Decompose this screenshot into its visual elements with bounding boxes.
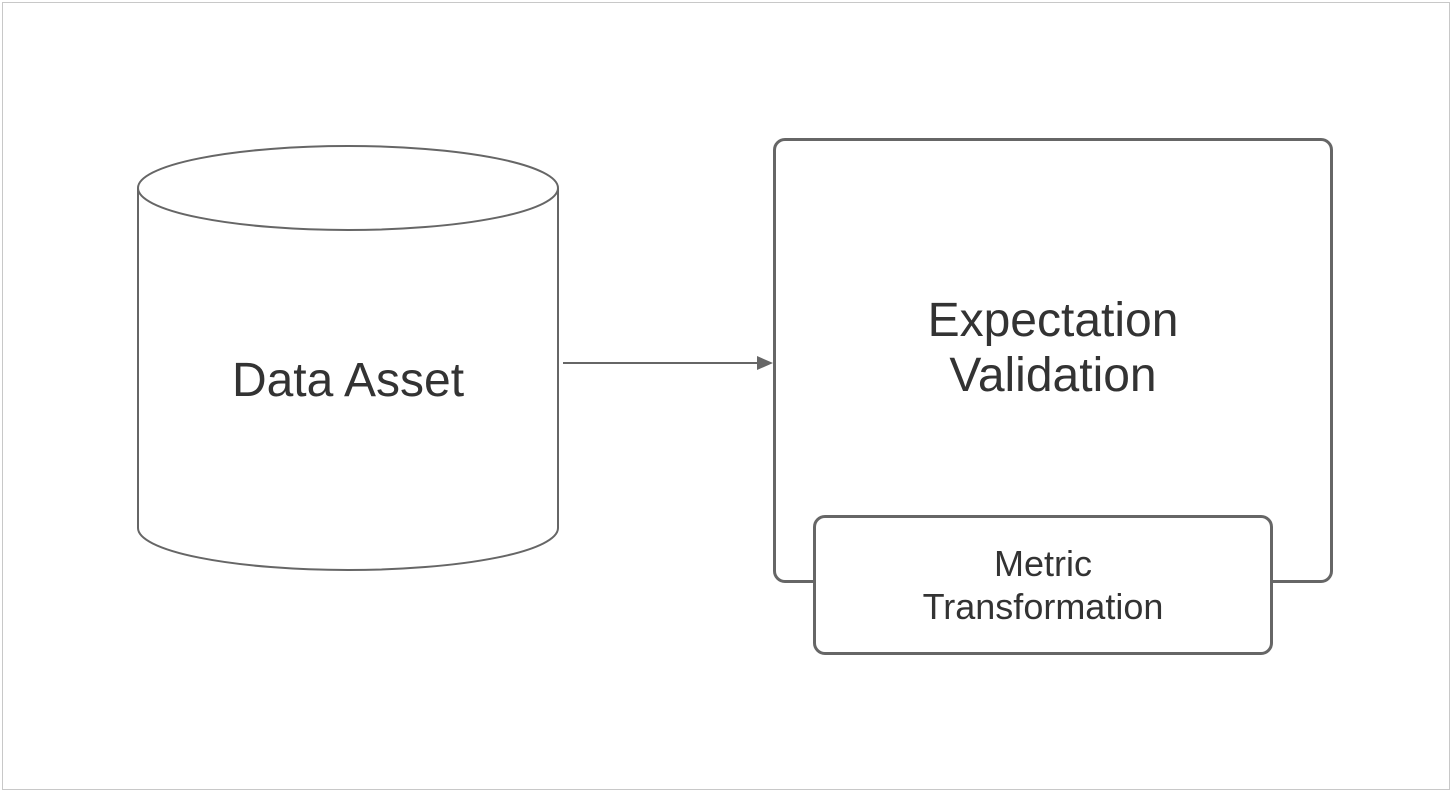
data-asset-label: Data Asset — [133, 353, 563, 408]
metric-transformation-label: Metric Transformation — [923, 542, 1164, 628]
metric-transformation-line2: Transformation — [923, 586, 1164, 627]
metric-transformation-line1: Metric — [994, 543, 1092, 584]
expectation-validation-line2: Validation — [949, 349, 1156, 402]
expectation-validation-line1: Expectation — [928, 294, 1179, 347]
arrow-data-to-validation — [563, 353, 773, 373]
metric-transformation-box: Metric Transformation — [813, 515, 1273, 655]
diagram-canvas: Data Asset Expectation Validation Metric… — [2, 2, 1450, 790]
expectation-validation-label: Expectation Validation — [773, 293, 1333, 403]
